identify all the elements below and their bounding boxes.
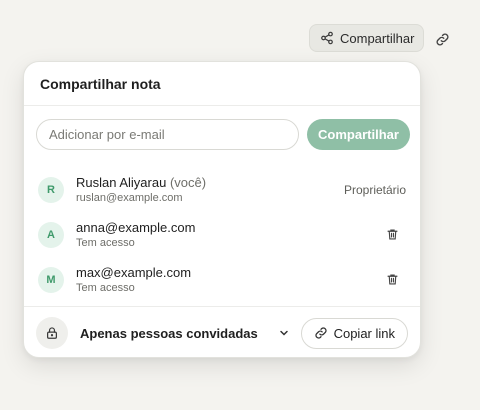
invite-share-button[interactable]: Compartilhar — [307, 119, 410, 150]
avatar: A — [38, 221, 64, 248]
share-icon — [321, 31, 333, 45]
member-name: Ruslan Aliyarau (você) — [76, 175, 344, 190]
member-name-text: Ruslan Aliyarau — [76, 175, 167, 190]
chevron-down-icon — [280, 330, 288, 336]
share-note-button-label: Compartilhar — [340, 30, 415, 46]
email-input[interactable] — [36, 119, 299, 150]
member-row: M max@example.com Tem acesso — [38, 257, 408, 302]
remove-member-button[interactable] — [382, 270, 402, 290]
remove-member-button[interactable] — [382, 225, 402, 245]
trash-icon — [386, 274, 398, 285]
member-name: max@example.com — [76, 265, 192, 280]
share-dialog: Compartilhar nota Compartilhar R Ruslan … — [23, 61, 421, 358]
copy-link-label: Copiar link — [333, 325, 395, 341]
member-row: A anna@example.com Tem acesso — [38, 212, 408, 257]
dialog-header: Compartilhar nota — [24, 62, 420, 106]
access-level-label: Apenas pessoas convidadas — [80, 325, 258, 341]
copy-link-toolbar-button[interactable] — [430, 27, 454, 51]
member-email: ruslan@example.com — [76, 192, 183, 204]
member-access-status: Tem acesso — [76, 237, 135, 249]
dialog-title: Compartilhar nota — [40, 75, 161, 92]
link-icon — [314, 327, 327, 339]
lock-badge — [36, 317, 68, 349]
member-role: Proprietário — [343, 182, 406, 197]
you-tag: (você) — [169, 175, 207, 190]
invite-row: Compartilhar — [36, 119, 410, 150]
avatar: R — [38, 176, 64, 203]
copy-link-button[interactable]: Copiar link — [300, 317, 408, 349]
app-canvas: Compartilhar Compartilhar nota Compartil… — [0, 0, 480, 410]
member-row: R Ruslan Aliyarau (você) ruslan@example.… — [38, 167, 408, 212]
share-note-button[interactable]: Compartilhar — [309, 24, 425, 52]
link-icon — [435, 32, 449, 46]
avatar: M — [38, 266, 64, 293]
member-list: R Ruslan Aliyarau (você) ruslan@example.… — [38, 167, 408, 302]
member-name: anna@example.com — [76, 220, 196, 235]
dialog-footer: Apenas pessoas convidadas Copiar link — [24, 306, 420, 357]
member-access-status: Tem acesso — [76, 282, 135, 294]
trash-icon — [386, 229, 398, 240]
access-level-select[interactable]: Apenas pessoas convidadas — [80, 326, 290, 341]
lock-icon — [47, 327, 57, 339]
